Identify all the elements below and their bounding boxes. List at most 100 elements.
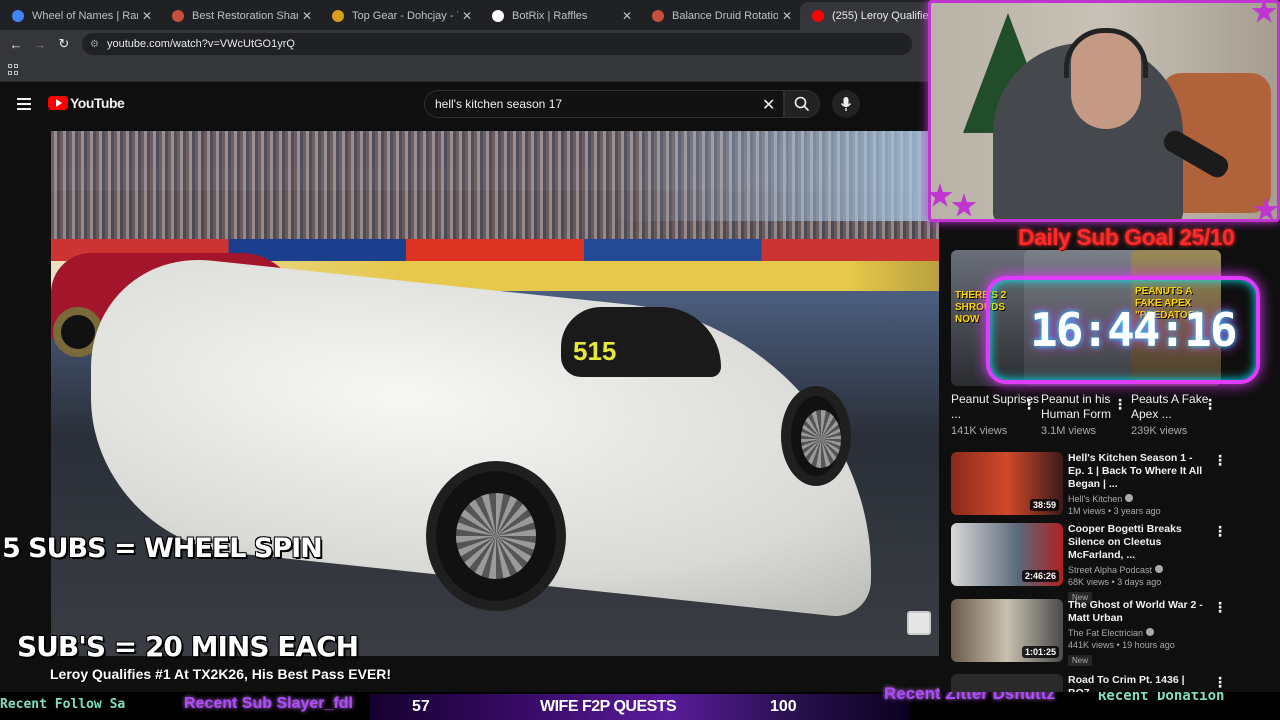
browser-tab[interactable]: Best Restoration Shaman Talent ✕ xyxy=(160,2,320,30)
video-car-number: 515 xyxy=(573,336,617,366)
tab-title: Top Gear - Dohcjay - 73,000 DP xyxy=(352,10,458,22)
forward-arrow-icon[interactable]: → xyxy=(28,32,52,56)
tab-title: BotRix | Raffles xyxy=(512,10,588,22)
more-options-icon[interactable]: ⋮ xyxy=(1213,523,1227,540)
video-title: Cooper Bogetti Breaks Silence on Cleetus… xyxy=(1068,523,1182,561)
url-text: youtube.com/watch?v=VWcUtGO1yrQ xyxy=(106,38,295,50)
short-views: 239K views xyxy=(1131,425,1188,437)
back-arrow-icon[interactable]: ← xyxy=(4,32,28,56)
tab-title: Wheel of Names | Random nam xyxy=(32,10,138,22)
subs-mins-overlay: SUB'S = 20 MINS EACH xyxy=(17,630,359,663)
video-duration: 2:46:26 xyxy=(1021,570,1059,582)
channel-name: Hell's Kitchen xyxy=(1068,494,1208,504)
search-query-text: hell's kitchen season 17 xyxy=(435,97,563,111)
channel-name-text: Street Alpha Podcast xyxy=(1068,565,1153,575)
video-stands-fade xyxy=(611,131,939,221)
youtube-logo-text: YouTube xyxy=(70,95,125,111)
goal-label: WIFE F2P QUESTS xyxy=(540,698,677,715)
site-info-icon[interactable]: ⚙ xyxy=(90,39,99,50)
channel-watermark-icon[interactable] xyxy=(907,611,931,635)
more-options-icon[interactable]: ⋮ xyxy=(1213,674,1227,691)
video-title: Leroy Qualifies #1 At TX2K26, His Best P… xyxy=(50,666,392,682)
tab-close-icon[interactable]: ✕ xyxy=(622,9,632,23)
microphone-icon xyxy=(840,97,852,111)
video-thumbnail[interactable]: 38:59 xyxy=(951,452,1063,515)
video-title: Road To Crim Pt. 1436 | BO7 xyxy=(1068,674,1185,692)
url-field[interactable]: ⚙ youtube.com/watch?v=VWcUtGO1yrQ xyxy=(82,33,912,55)
goal-target-value: 100 xyxy=(770,698,797,715)
recommended-video[interactable]: 1:01:25 The Ghost of World War 2 - Matt … xyxy=(951,599,1271,668)
recent-follow-ticker: Recent Follow Sa xyxy=(0,697,126,712)
more-options-icon[interactable]: ⋮ xyxy=(1213,599,1227,616)
video-thumbnail[interactable]: 1:01:25 xyxy=(951,599,1063,662)
tab-close-icon[interactable]: ✕ xyxy=(302,9,312,23)
video-info: Cooper Bogetti Breaks Silence on Cleetus… xyxy=(1068,523,1208,605)
screen: Wheel of Names | Random nam ✕ Best Resto… xyxy=(0,0,1280,720)
video-views: 68K views • 3 days ago xyxy=(1068,577,1162,587)
tab-close-icon[interactable]: ✕ xyxy=(782,9,792,23)
youtube-play-icon xyxy=(48,96,68,110)
voice-search-button[interactable] xyxy=(832,90,860,118)
video-duration: 1:01:25 xyxy=(1021,646,1059,658)
tab-title: (255) Leroy Qualifies #1 A xyxy=(832,10,938,22)
reload-icon[interactable]: ↻ xyxy=(52,32,76,56)
video-info: The Ghost of World War 2 - Matt Urban Th… xyxy=(1068,599,1208,668)
recommended-video[interactable]: Road To Crim Pt. 1436 | BO7 ⋮ xyxy=(951,674,1271,692)
more-options-icon[interactable]: ⋮ xyxy=(1203,396,1217,413)
video-rear-wheel xyxy=(426,461,566,611)
new-badge: New xyxy=(1068,655,1093,666)
recent-sub-ticker: Recent Sub Slayer_fdl xyxy=(184,695,353,712)
tab-title: Balance Druid Rotation Guide - xyxy=(672,10,778,22)
more-options-icon[interactable]: ⋮ xyxy=(1113,396,1127,413)
tab-favicon-icon xyxy=(12,10,24,22)
tab-close-icon[interactable]: ✕ xyxy=(462,9,472,23)
tab-favicon-icon xyxy=(332,10,344,22)
video-info: Road To Crim Pt. 1436 | BO7 xyxy=(1068,674,1208,692)
video-title: The Ghost of World War 2 - Matt Urban xyxy=(1068,599,1203,624)
search-input[interactable]: hell's kitchen season 17 xyxy=(424,90,784,118)
verified-check-icon xyxy=(1125,494,1134,502)
channel-name: The Fat Electrician xyxy=(1068,628,1208,638)
short-views: 141K views xyxy=(951,425,1008,437)
daily-sub-goal: Daily Sub Goal 25/10 xyxy=(1018,224,1235,250)
stream-bottom-bar: Recent Follow Sa Recent Sub Slayer_fdl 5… xyxy=(0,692,1280,720)
tab-favicon-icon xyxy=(492,10,504,22)
youtube-favicon-icon xyxy=(812,10,824,22)
verified-check-icon xyxy=(1155,565,1164,573)
browser-tab[interactable]: BotRix | Raffles ✕ xyxy=(480,2,640,30)
video-thumbnail[interactable] xyxy=(951,674,1063,692)
tab-favicon-icon xyxy=(172,10,184,22)
browser-tab[interactable]: Balance Druid Rotation Guide - ✕ xyxy=(640,2,800,30)
short-views: 3.1M views xyxy=(1041,425,1097,437)
video-views: 1M views • 3 years ago xyxy=(1068,506,1161,516)
wheel-spin-overlay: 5 SUBS = WHEEL SPIN xyxy=(2,533,323,564)
video-player[interactable]: 515 xyxy=(51,131,939,656)
browser-tab[interactable]: Top Gear - Dohcjay - 73,000 DP ✕ xyxy=(320,2,480,30)
tab-favicon-icon xyxy=(652,10,664,22)
video-thumbnail[interactable]: 2:46:26 xyxy=(951,523,1063,586)
video-duration: 38:59 xyxy=(1029,499,1059,511)
goal-current-value: 57 xyxy=(412,698,430,715)
recommended-video[interactable]: 38:59 Hell's Kitchen Season 1 - Ep. 1 | … xyxy=(951,452,1271,518)
youtube-logo[interactable]: YouTube xyxy=(48,95,125,111)
hamburger-menu-icon[interactable] xyxy=(17,98,31,110)
browser-tab[interactable]: Wheel of Names | Random nam ✕ xyxy=(0,2,160,30)
video-front-wheel xyxy=(781,386,851,486)
clear-search-icon[interactable]: ✕ xyxy=(762,95,775,115)
channel-name-text: The Fat Electrician xyxy=(1068,628,1144,638)
tab-title: Best Restoration Shaman Talent xyxy=(192,10,298,22)
channel-name: Street Alpha Podcast xyxy=(1068,565,1208,575)
recommended-video[interactable]: 2:46:26 Cooper Bogetti Breaks Silence on… xyxy=(951,523,1271,603)
video-views: 441K views • 19 hours ago xyxy=(1068,640,1175,650)
more-options-icon[interactable]: ⋮ xyxy=(1022,396,1036,413)
tab-close-icon[interactable]: ✕ xyxy=(142,9,152,23)
search-button[interactable] xyxy=(784,90,820,118)
search-icon xyxy=(794,96,810,112)
verified-check-icon xyxy=(1146,628,1155,636)
more-options-icon[interactable]: ⋮ xyxy=(1213,452,1227,469)
apps-grid-icon[interactable] xyxy=(8,64,19,75)
stream-timer: 16:44:16 xyxy=(1030,303,1238,357)
channel-name-text: Hell's Kitchen xyxy=(1068,494,1123,504)
streamer-webcam xyxy=(928,0,1280,222)
video-title: Hell's Kitchen Season 1 - Ep. 1 | Back T… xyxy=(1068,452,1203,490)
